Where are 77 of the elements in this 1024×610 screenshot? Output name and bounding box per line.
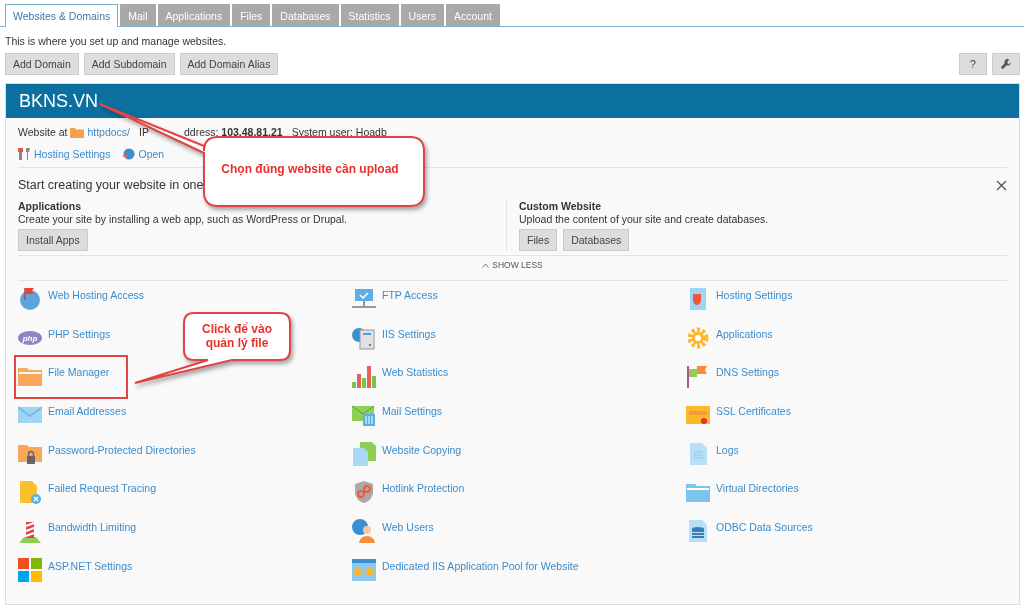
- globe-server-icon: [352, 325, 376, 350]
- callout-text: Click để vào quản lý file: [202, 322, 272, 350]
- tool-link[interactable]: Mail Settings: [382, 405, 443, 418]
- tool-link[interactable]: Web Statistics: [382, 366, 449, 379]
- option-description: Upload the content of your site and create databases.: [519, 213, 770, 225]
- option-button[interactable]: Install Apps: [18, 229, 88, 251]
- tool-link[interactable]: SSL Certificates: [716, 405, 791, 418]
- bar-chart-icon: [352, 364, 376, 389]
- pool-gears-icon: [352, 557, 376, 582]
- tab[interactable]: Databases: [272, 4, 339, 26]
- tab[interactable]: Mail: [120, 4, 156, 26]
- tool-link[interactable]: PHP Settings: [48, 327, 111, 340]
- flags-icon: [686, 364, 710, 389]
- envelope-sliders-icon: [352, 403, 376, 428]
- tab[interactable]: Websites & Domains: [5, 4, 119, 27]
- gear-icon: [686, 325, 710, 350]
- globe-icon: [122, 148, 136, 160]
- tool-link[interactable]: Email Addresses: [48, 405, 127, 418]
- toolbar-button[interactable]: Add Subdomain: [83, 53, 175, 75]
- system-user: System user: Hoadb: [291, 126, 387, 138]
- option-title: Custom Website: [519, 200, 603, 212]
- wrench-icon: [1000, 57, 1012, 71]
- ip-address: ddress: 103.48.81.21: [183, 126, 283, 138]
- domain-name: BKNS.VN: [19, 90, 99, 112]
- tool-link[interactable]: Password-Protected Directories: [48, 443, 196, 456]
- tool-link[interactable]: Hotlink Protection: [382, 482, 465, 495]
- option-button[interactable]: Files: [519, 229, 558, 251]
- tool-link[interactable]: Website Copying: [382, 443, 462, 456]
- tool-link[interactable]: Virtual Directories: [716, 482, 799, 495]
- domain-link[interactable]: Hosting Settings: [34, 148, 111, 160]
- folder-icon: [70, 126, 85, 138]
- tools-icon: [18, 148, 31, 160]
- tool-link[interactable]: Dedicated IIS Application Pool for Website: [382, 559, 579, 572]
- document-cross-icon: [18, 480, 42, 505]
- tiles-icon: [18, 557, 42, 582]
- website-at-label: Website at: [18, 126, 68, 138]
- tool-link[interactable]: Hosting Settings: [716, 289, 793, 301]
- post-icon: [18, 519, 42, 544]
- tool-link[interactable]: Web Hosting Access: [48, 289, 145, 301]
- callout-text: Chọn đúng website cần upload: [221, 162, 399, 176]
- start-title: Start creating your website in one: [18, 178, 204, 192]
- shield-link-icon: [352, 480, 376, 505]
- tab[interactable]: Files: [232, 4, 271, 26]
- tool-link[interactable]: DNS Settings: [716, 366, 780, 379]
- tool-link[interactable]: ODBC Data Sources: [716, 521, 813, 534]
- close-icon[interactable]: [996, 179, 1007, 191]
- tool-link[interactable]: File Manager: [48, 366, 110, 379]
- help-button[interactable]: ?: [959, 53, 987, 75]
- tab[interactable]: Account: [445, 4, 500, 26]
- pages-icon: [352, 441, 376, 466]
- tab[interactable]: Users: [400, 4, 444, 26]
- tool-link[interactable]: FTP Access: [382, 289, 438, 301]
- tool-link[interactable]: Applications: [716, 327, 773, 340]
- tool-link[interactable]: Failed Request Tracing: [48, 482, 156, 495]
- globe-flag-icon: [18, 287, 42, 311]
- tool-link[interactable]: ASP.NET Settings: [48, 559, 133, 572]
- globe-user-icon: [352, 519, 376, 544]
- option-description: Create your site by installing a web app, such as WordPress or Drupal.: [18, 213, 348, 225]
- toolbar-button[interactable]: Add Domain Alias: [179, 53, 279, 75]
- option-button[interactable]: Databases: [563, 229, 630, 251]
- show-less-button[interactable]: SHOW LESS: [482, 260, 543, 270]
- toolbar-button[interactable]: Add Domain: [5, 53, 79, 75]
- page-description: This is where you set up and manage websites.: [4, 34, 228, 49]
- domain-link[interactable]: Open: [138, 148, 165, 160]
- caret-icon: [482, 262, 490, 268]
- tab[interactable]: Applications: [157, 4, 231, 26]
- docroot-link[interactable]: httpdocs/: [87, 126, 131, 138]
- ip-label: IP: [139, 126, 149, 138]
- settings-button[interactable]: [992, 53, 1020, 75]
- tool-link[interactable]: Logs: [716, 443, 739, 456]
- database-icon: [686, 519, 710, 544]
- tool-link[interactable]: IIS Settings: [382, 327, 436, 340]
- server-icon: [352, 287, 376, 311]
- tool-link[interactable]: Bandwidth Limiting: [48, 521, 137, 534]
- option-title: Applications: [18, 200, 82, 212]
- tab[interactable]: Statistics: [340, 4, 399, 26]
- tool-link[interactable]: Web Users: [382, 521, 434, 534]
